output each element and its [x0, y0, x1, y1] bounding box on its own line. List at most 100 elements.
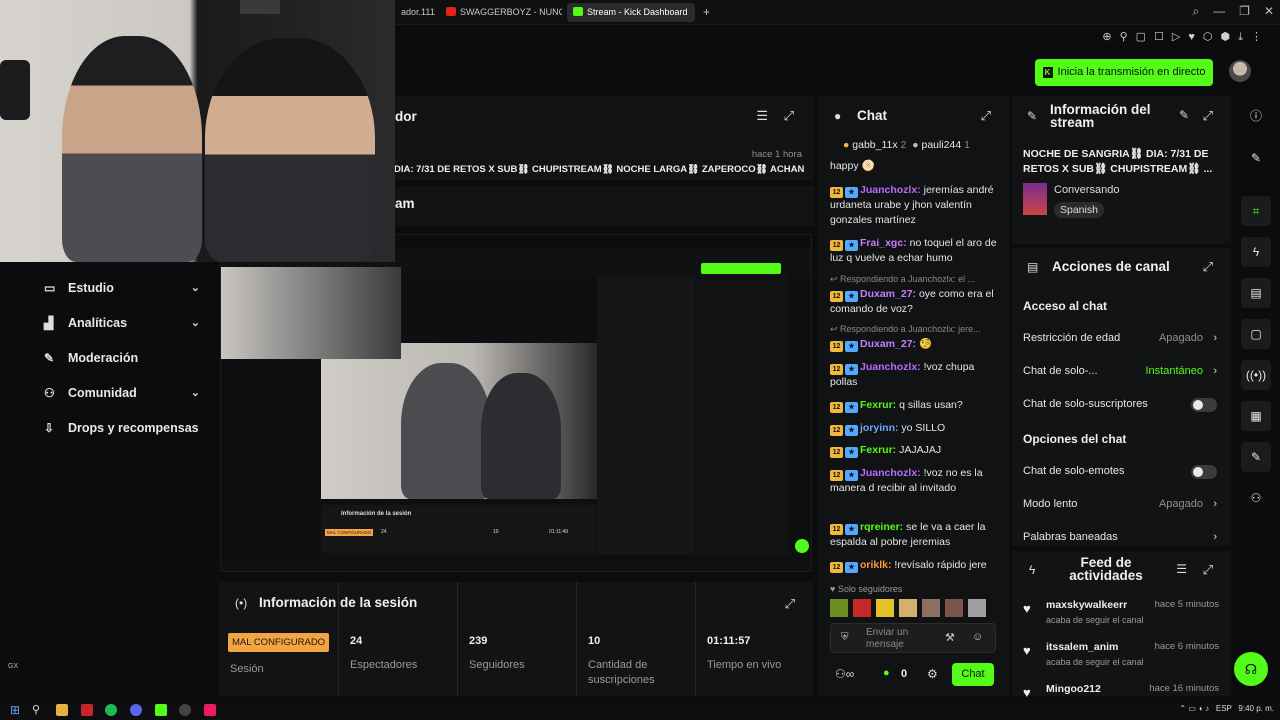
chat-username[interactable]: Juanchozlx: — [860, 184, 921, 196]
chat-username[interactable]: Juanchozlx: — [860, 467, 921, 479]
wrench-icon[interactable]: ✎ — [1241, 442, 1271, 472]
tiktok-icon[interactable] — [204, 704, 216, 716]
scan-icon[interactable]: ⌗ — [1241, 196, 1271, 226]
chat-username[interactable]: Fexrur: — [860, 399, 896, 411]
preview-webcam-small — [221, 267, 401, 359]
expand-icon[interactable]: ⤢ — [1203, 259, 1213, 275]
broadcast-icon[interactable]: ((•)) — [1241, 360, 1271, 390]
chat-username[interactable]: Fexrur: — [860, 444, 896, 456]
chevron-right-icon[interactable]: › — [1213, 365, 1217, 377]
chevron-right-icon[interactable]: › — [1213, 332, 1217, 344]
discord-icon[interactable] — [130, 704, 142, 716]
chat-username[interactable]: Duxam_27: — [860, 288, 916, 300]
toggle-switch[interactable] — [1191, 465, 1217, 479]
expand-icon[interactable]: ⤢ — [784, 108, 794, 124]
setting-row[interactable]: Chat de solo-emotes — [1012, 462, 1231, 484]
browser-tab[interactable]: ador.1111 — [395, 3, 435, 22]
folder-icon[interactable] — [56, 704, 68, 716]
feed-username[interactable]: Mingoo212 — [1046, 683, 1101, 695]
sidebar-item-community[interactable]: ⚇ Comunidad ⌄ — [44, 383, 204, 403]
lightning-icon[interactable]: ϟ — [1241, 237, 1271, 267]
community-icon[interactable]: ⚇ — [1241, 483, 1271, 513]
filter-icon[interactable]: ☰ — [756, 108, 768, 124]
edit-icon[interactable]: ✎ — [1241, 143, 1271, 173]
chevron-down-icon[interactable]: ⌄ — [191, 278, 200, 298]
community-icon[interactable]: ⚇∞ — [835, 667, 854, 681]
sidebar-item-analytics[interactable]: ▟ Analíticas ⌄ — [44, 313, 204, 333]
chat-input[interactable]: ⛨ Enviar un mensaje ⚒ ☺ — [830, 623, 996, 653]
tab-label: SWAGGERBOYZ - NUNCA — [460, 7, 562, 17]
help-fab[interactable]: ☊ — [1234, 652, 1268, 686]
smiley-icon[interactable]: ☺ — [972, 631, 983, 643]
emote-icon[interactable] — [830, 599, 848, 617]
send-chat-button[interactable]: Chat — [952, 663, 994, 686]
chat-icon[interactable]: ▢ — [1241, 319, 1271, 349]
language-indicator[interactable]: ESP — [1216, 704, 1232, 713]
setting-row[interactable]: Palabras baneadas › — [1012, 528, 1231, 550]
close-icon[interactable]: ✕ — [1264, 4, 1274, 18]
go-live-button[interactable]: K Inicia la transmisión en directo — [1035, 59, 1213, 86]
telescope-prop — [0, 60, 30, 120]
avatar[interactable] — [1229, 60, 1251, 82]
chat-username[interactable]: Duxam_27: — [860, 338, 916, 350]
setting-row[interactable]: Modo lento Apagado › — [1012, 495, 1231, 517]
emote-icon[interactable] — [853, 599, 871, 617]
chevron-down-icon[interactable]: ⌄ — [191, 383, 200, 403]
emote-icon[interactable] — [876, 599, 894, 617]
browser-tab[interactable]: SWAGGERBOYZ - NUNCA — [440, 3, 562, 22]
info-icon[interactable]: ⓘ — [1241, 101, 1271, 131]
chat-username[interactable]: joryinn: — [860, 422, 899, 434]
chat-message: 12 ★ Frai_xgc: no toquel el aro de luz q v… — [830, 236, 1002, 266]
gear-icon[interactable]: ⚙ — [927, 667, 938, 681]
spotify-icon[interactable] — [105, 704, 117, 716]
kick-icon[interactable] — [155, 704, 167, 716]
toggle-switch[interactable] — [1191, 398, 1217, 412]
session-status: MAL CONFIGURADO Sesión — [219, 582, 338, 696]
feed-username[interactable]: maxskywalkeerr — [1046, 599, 1127, 611]
notes-icon[interactable]: ▤ — [1241, 278, 1271, 308]
chevron-right-icon[interactable]: › — [1213, 531, 1217, 543]
emote-icon[interactable] — [945, 599, 963, 617]
windows-start-icon[interactable]: ⊞ — [10, 703, 20, 717]
edit-icon[interactable]: ✎ — [1179, 108, 1189, 122]
emote-icon[interactable] — [899, 599, 917, 617]
minimize-icon[interactable]: — — [1213, 4, 1225, 18]
setting-row[interactable]: Restricción de edad Apagado › — [1012, 329, 1231, 351]
layout-icon[interactable]: ▦ — [1241, 401, 1271, 431]
stat-viewers: 24 Espectadores — [338, 582, 457, 696]
reply-context: ↩ Respondiendo a Juanchozlx: jere... — [830, 324, 981, 334]
emote-picker-icon[interactable]: ⚒ — [945, 631, 955, 644]
sidebar-item-studio[interactable]: ▭ Estudio ⌄ — [44, 278, 204, 298]
sidebar-item-label: Moderación — [68, 351, 139, 365]
search-tabs-icon[interactable]: ⌕ — [1192, 4, 1199, 18]
emote-icon[interactable] — [922, 599, 940, 617]
browser-tab-active[interactable]: Stream - Kick Dashboard — [567, 3, 695, 22]
expand-icon[interactable]: ⤢ — [1203, 562, 1213, 578]
streamer-left — [62, 36, 202, 262]
tray-icons[interactable]: ⌃ ▭ ◖ ♪ — [1179, 704, 1213, 713]
chevron-right-icon[interactable]: › — [1213, 498, 1217, 510]
emote-icon[interactable] — [968, 599, 986, 617]
obs-icon[interactable] — [179, 704, 191, 716]
sidebar-item-drops[interactable]: ⇩ Drops y recompensas — [44, 418, 204, 438]
setting-value: Instantáneo — [1145, 365, 1204, 377]
analytics-icon: ▟ — [44, 316, 54, 330]
opera-icon[interactable] — [81, 704, 93, 716]
setting-row[interactable]: Chat de solo-... Instantáneo › — [1012, 362, 1231, 384]
chat-username[interactable]: oriklk: — [860, 559, 892, 571]
toolbar-icons[interactable]: ⊕⚲▢☐▷♥⬡⬢⤓⋮ — [1102, 30, 1270, 44]
maximize-icon[interactable]: ❐ — [1239, 4, 1250, 18]
chat-username[interactable]: Frai_xgc: — [860, 237, 907, 249]
chat-username[interactable]: Juanchozlx: — [860, 361, 921, 373]
clock: 9:40 p. m. — [1238, 704, 1274, 713]
expand-icon[interactable]: ⤢ — [1203, 108, 1213, 124]
filter-icon[interactable]: ☰ — [1176, 562, 1187, 576]
chat-username[interactable]: rqreiner: — [860, 521, 903, 533]
sub-badge-icon: 12 — [830, 562, 843, 573]
feed-username[interactable]: itssalem_anim — [1046, 641, 1118, 653]
setting-row[interactable]: Chat de solo-suscriptores — [1012, 395, 1231, 417]
search-icon[interactable]: ⚲ — [32, 703, 40, 716]
chevron-down-icon[interactable]: ⌄ — [191, 313, 200, 333]
new-tab-button[interactable]: + — [697, 3, 711, 22]
sidebar-item-moderation[interactable]: ✎ Moderación — [44, 348, 204, 368]
